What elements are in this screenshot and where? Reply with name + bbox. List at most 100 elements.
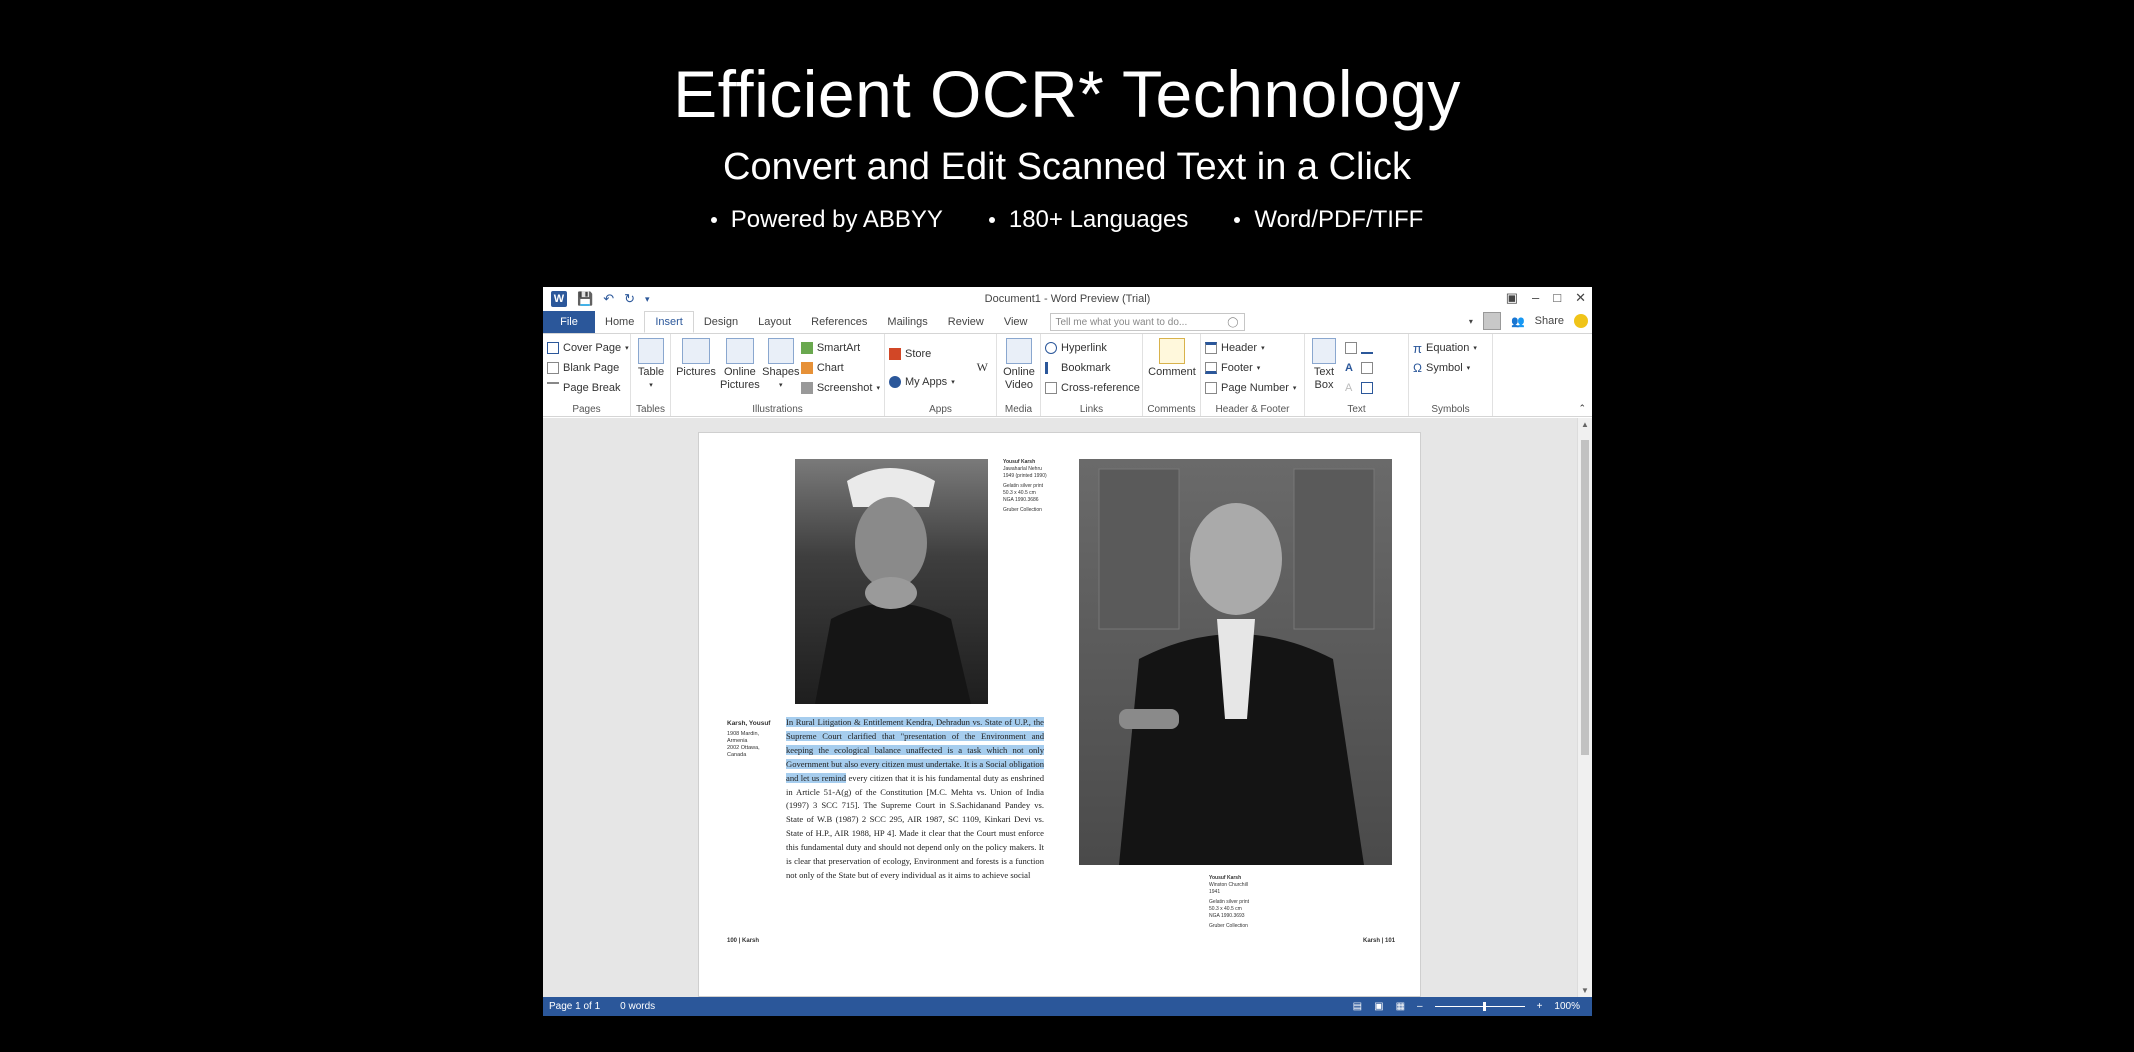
smartart-icon [800, 342, 813, 354]
share-button[interactable]: Share [1535, 315, 1564, 327]
online-video-button[interactable]: Online Video [1001, 338, 1037, 392]
scroll-thumb[interactable] [1581, 440, 1589, 755]
read-mode-icon[interactable]: ▤ [1353, 1001, 1362, 1012]
window-controls: ▣ – □ ✕ [1506, 290, 1586, 306]
wordart-icon[interactable]: A [1345, 362, 1357, 374]
header-icon [1205, 342, 1217, 354]
window-title: Document1 - Word Preview (Trial) [984, 293, 1151, 305]
subline: Convert and Edit Scanned Text in a Click [723, 146, 1411, 188]
feedback-smiley-icon[interactable] [1574, 314, 1588, 328]
save-icon[interactable]: 💾 [577, 291, 593, 307]
table-button[interactable]: Table ▾ [635, 338, 667, 392]
scroll-up-icon[interactable]: ▲ [1581, 420, 1589, 429]
bookmark-icon [1045, 362, 1057, 374]
ocr-paragraph[interactable]: In Rural Litigation & Entitlement Kendra… [786, 716, 1044, 883]
my-apps-button[interactable]: My Apps ▾ [889, 372, 992, 392]
group-comments: Comment Comments [1143, 334, 1201, 416]
paragraph-text[interactable]: every citizen that it is his fundamental… [786, 773, 1044, 880]
status-bar: Page 1 of 1 0 words ▤ ▣ ▦ – + 100% [543, 997, 1592, 1016]
zoom-thumb[interactable] [1482, 1002, 1486, 1011]
redo-icon[interactable]: ↻ [624, 291, 635, 307]
group-label: Pages [572, 404, 601, 415]
page-number-icon [1205, 382, 1217, 394]
object-icon[interactable] [1361, 382, 1373, 394]
zoom-level[interactable]: 100% [1554, 1001, 1580, 1012]
tab-home[interactable]: Home [595, 311, 644, 333]
word-count[interactable]: 0 words [620, 1001, 655, 1012]
share-icon: 👥 [1510, 315, 1525, 328]
signature-line-icon[interactable] [1361, 342, 1373, 354]
web-layout-icon[interactable]: ▦ [1396, 1001, 1405, 1012]
smartart-button[interactable]: SmartArt [800, 338, 880, 358]
date-time-icon[interactable] [1361, 362, 1373, 374]
cross-reference-button[interactable]: Cross-reference [1045, 378, 1140, 398]
online-video-icon [1006, 338, 1032, 364]
cover-page-button[interactable]: Cover Page ▾ [547, 338, 629, 358]
comment-button[interactable]: Comment [1147, 338, 1197, 379]
maximize-icon[interactable]: □ [1553, 290, 1561, 306]
page-number-button[interactable]: Page Number ▾ [1205, 378, 1300, 398]
churchill-figure [1098, 468, 1375, 865]
header-button[interactable]: Header ▾ [1205, 338, 1300, 358]
vertical-scrollbar[interactable]: ▲ ▼ [1577, 418, 1592, 997]
group-label: Tables [636, 404, 665, 415]
bullet-item: 180+ Languages [988, 206, 1188, 234]
group-label: Text [1347, 404, 1366, 415]
tab-review[interactable]: Review [938, 311, 994, 333]
caption-bottom: Yousuf Karsh Winston Churchill 1941 Gela… [1209, 875, 1250, 929]
tab-mailings[interactable]: Mailings [877, 311, 937, 333]
document-canvas[interactable]: Yousuf Karsh Jawaharlal Nehru 1949 (prin… [543, 418, 1577, 997]
minimize-icon[interactable]: – [1532, 290, 1539, 306]
screenshot-button[interactable]: Screenshot ▾ [800, 378, 880, 398]
collapse-ribbon-icon[interactable]: ⌃ [1578, 403, 1586, 414]
word-window: W 💾 ↶ ↻ ▾ Document1 - Word Preview (Tria… [543, 287, 1592, 1016]
hyperlink-button[interactable]: Hyperlink [1045, 338, 1138, 358]
page-footer-left: 100 | Karsh [727, 938, 760, 944]
quick-parts-icon[interactable] [1345, 342, 1357, 354]
scroll-down-icon[interactable]: ▼ [1581, 986, 1589, 995]
print-layout-icon[interactable]: ▣ [1374, 1001, 1383, 1012]
tab-design[interactable]: Design [694, 311, 748, 333]
group-illustrations: Pictures Online Pictures Shapes ▾ SmartArt… [671, 334, 885, 416]
tab-references[interactable]: References [801, 311, 877, 333]
page-count[interactable]: Page 1 of 1 [549, 1001, 600, 1012]
cover-page-icon [547, 342, 559, 354]
text-box-icon [1312, 338, 1336, 364]
group-media: Online Video Media [997, 334, 1041, 416]
wikipedia-icon[interactable]: W [977, 360, 988, 375]
tab-view[interactable]: View [994, 311, 1038, 333]
drop-cap-icon[interactable]: A [1345, 382, 1357, 394]
group-header-footer: Header ▾ Footer ▾ Page Number ▾ Header & Fo… [1201, 334, 1305, 416]
tab-insert[interactable]: Insert [644, 311, 694, 333]
group-apps: Store My Apps ▾ W Apps [885, 334, 997, 416]
zoom-slider[interactable] [1434, 1002, 1525, 1011]
footer-button[interactable]: Footer ▾ [1205, 358, 1300, 378]
symbol-button[interactable]: Ω Symbol ▾ [1413, 358, 1488, 378]
dropdown-icon[interactable]: ▾ [1469, 317, 1473, 326]
close-icon[interactable]: ✕ [1575, 290, 1586, 306]
photo-nehru[interactable] [795, 459, 988, 704]
tab-layout[interactable]: Layout [748, 311, 801, 333]
undo-icon[interactable]: ↶ [603, 291, 614, 307]
document-page[interactable]: Yousuf Karsh Jawaharlal Nehru 1949 (prin… [698, 432, 1421, 997]
chart-button[interactable]: Chart [800, 358, 880, 378]
tell-me-input[interactable]: Tell me what you want to do... ◯ [1049, 313, 1245, 331]
table-icon [638, 338, 664, 364]
ribbon-display-icon[interactable]: ▣ [1506, 290, 1518, 306]
tab-file[interactable]: File [543, 311, 595, 333]
avatar[interactable] [1482, 312, 1501, 330]
zoom-in-icon[interactable]: + [1537, 1001, 1543, 1012]
page-break-button[interactable]: Page Break [547, 378, 626, 398]
screenshot-icon [800, 382, 813, 394]
ribbon-tabs: File Home Insert Design Layout Reference… [543, 311, 1592, 333]
bookmark-button[interactable]: Bookmark [1045, 358, 1138, 378]
zoom-out-icon[interactable]: – [1417, 1001, 1423, 1012]
customize-qat-icon[interactable]: ▾ [645, 294, 650, 305]
group-pages: Cover Page ▾ Blank Page Page Break Pages [543, 334, 631, 416]
photo-churchill[interactable] [1079, 459, 1392, 865]
bullet-item: Powered by ABBYY [710, 206, 943, 234]
group-symbols: π Equation ▾ Ω Symbol ▾ Symbols [1409, 334, 1493, 416]
equation-button[interactable]: π Equation ▾ [1413, 338, 1488, 358]
blank-page-button[interactable]: Blank Page [547, 358, 626, 378]
blank-page-icon [547, 362, 559, 374]
